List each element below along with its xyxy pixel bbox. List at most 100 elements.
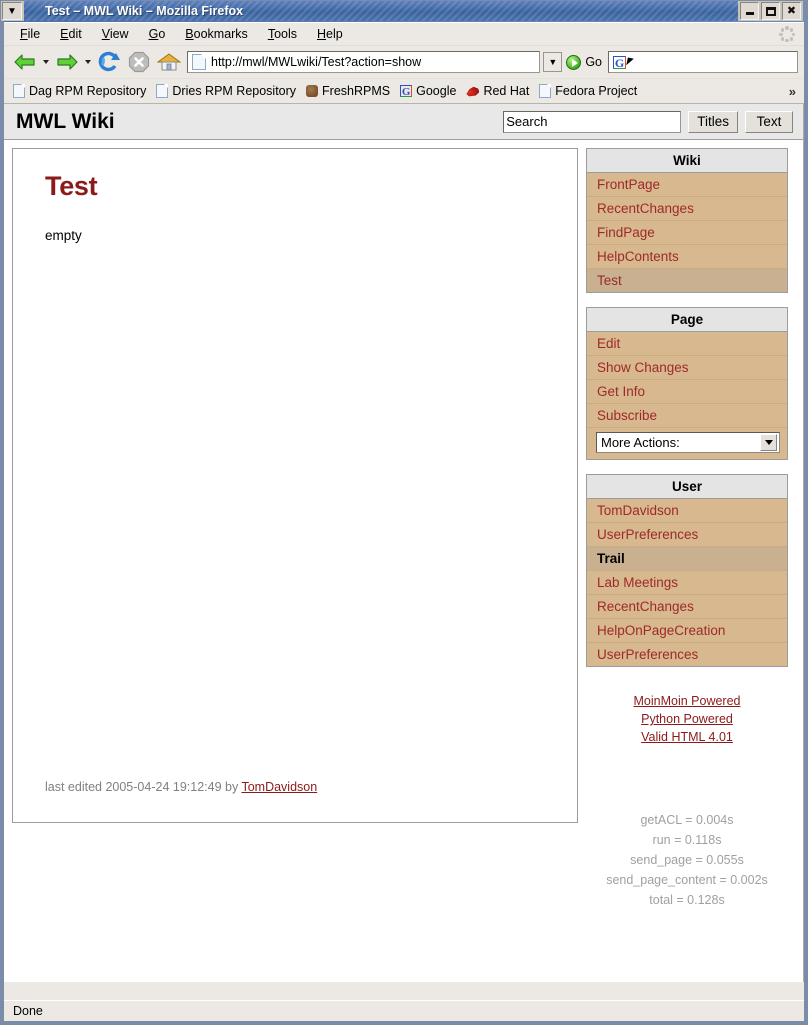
window-title: Test – MWL Wiki – Mozilla Firefox [45,4,244,18]
wiki-logo: MWL Wiki [16,109,115,133]
forward-button[interactable] [52,48,82,76]
credit-link-python[interactable]: Python Powered [586,710,788,728]
browser-chrome: File Edit View Go Bookmarks Tools Help h… [4,22,804,1000]
google-icon[interactable]: G [613,55,626,69]
page-title: Test [45,171,98,201]
sidebar-subheader-trail: Trail [587,547,787,571]
stop-icon [128,51,150,73]
bookmark-fedora-project[interactable]: Fedora Project [536,83,644,99]
reload-icon [98,51,120,72]
nav-box-title: Page [587,308,787,332]
chevron-down-icon: ▼ [548,57,558,67]
search-titles-button[interactable]: Titles [688,110,738,133]
sidebar-item-edit[interactable]: Edit [587,332,787,356]
page-body-text: empty [45,228,82,243]
more-actions-value: More Actions: [601,435,680,450]
menu-edit[interactable]: Edit [50,25,92,43]
timing-run: run = 0.118s [652,833,722,847]
nav-box-title: Wiki [587,149,787,173]
bookmark-google[interactable]: G Google [397,83,463,99]
document-icon [156,84,169,98]
back-dropdown-caret-icon[interactable] [43,60,49,64]
url-bar[interactable]: http://mwl/MWLwiki/Test?action=show [187,51,541,73]
timing-send-page: send_page = 0.055s [630,853,744,867]
sidebar-item-helponpagecreation[interactable]: HelpOnPageCreation [587,619,787,643]
chevron-down-icon: ▼ [7,5,17,17]
sidebar-item-userpreferences[interactable]: UserPreferences [587,523,787,547]
last-edited-info: last edited 2005-04-24 19:12:49 by TomDa… [45,780,317,794]
bookmark-dries-rpm-repository[interactable]: Dries RPM Repository [153,83,303,99]
forward-dropdown-caret-icon[interactable] [85,60,91,64]
maximize-icon [765,6,776,16]
last-edited-author-link[interactable]: TomDavidson [241,780,317,794]
menu-bar: File Edit View Go Bookmarks Tools Help [4,23,804,45]
credits-links: MoinMoin Powered Python Powered Valid HT… [586,681,788,746]
bookmark-dag-rpm-repository[interactable]: Dag RPM Repository [10,83,153,99]
menu-file[interactable]: File [10,25,50,43]
page-viewport: MWL Wiki Search Titles Text Test empty l… [4,104,804,982]
sidebar-item-show-changes[interactable]: Show Changes [587,356,787,380]
bookmark-red-hat[interactable]: Red Hat [463,83,536,99]
menu-tools[interactable]: Tools [258,25,307,43]
bookmarks-toolbar: Dag RPM Repository Dries RPM Repository … [4,78,804,104]
last-edited-text: last edited 2005-04-24 19:12:49 by [45,780,242,794]
url-text: http://mwl/MWLwiki/Test?action=show [211,55,422,69]
sidebar-item-userpreferences-trail[interactable]: UserPreferences [587,643,787,666]
sidebar-item-frontpage[interactable]: FrontPage [587,173,787,197]
back-arrow-icon [14,54,35,70]
throbber-icon [779,26,795,42]
home-icon [157,53,181,71]
bookmark-label: Red Hat [483,84,530,98]
url-dropdown-button[interactable]: ▼ [543,52,563,72]
menu-view[interactable]: View [92,25,139,43]
home-button[interactable] [154,48,184,76]
back-button[interactable] [10,48,40,76]
credit-link-valid-html[interactable]: Valid HTML 4.01 [586,728,788,746]
browser-window: ▼ Test – MWL Wiki – Mozilla Firefox ✖ Fi… [0,0,808,1025]
chevron-down-icon[interactable] [760,434,777,451]
window-controls: ✖ [738,2,803,20]
navigation-toolbar: http://mwl/MWLwiki/Test?action=show ▼ Go… [4,45,804,78]
nav-box-title: User [587,475,787,499]
menu-bookmarks[interactable]: Bookmarks [175,25,258,43]
go-icon [566,54,582,70]
nav-box-page: Page Edit Show Changes Get Info Subscrib… [586,307,788,460]
wiki-sidebar: Wiki FrontPage RecentChanges FindPage He… [586,148,788,981]
more-actions-select[interactable]: More Actions: [596,432,780,453]
sidebar-item-recentchanges[interactable]: RecentChanges [587,197,787,221]
search-bar[interactable]: G [608,51,798,73]
menu-go[interactable]: Go [139,25,176,43]
wiki-search-input[interactable]: Search [503,110,682,133]
maximize-button[interactable] [761,2,780,20]
title-strip[interactable]: Test – MWL Wiki – Mozilla Firefox [24,1,738,21]
search-text-button[interactable]: Text [745,110,793,133]
sidebar-item-recentchanges-trail[interactable]: RecentChanges [587,595,787,619]
minimize-button[interactable] [740,2,759,20]
sidebar-item-tomdavidson[interactable]: TomDavidson [587,499,787,523]
sidebar-item-helpcontents[interactable]: HelpContents [587,245,787,269]
redhat-icon [466,86,480,97]
bookmark-freshrpms[interactable]: FreshRPMS [303,83,397,99]
sidebar-item-findpage[interactable]: FindPage [587,221,787,245]
sidebar-item-test[interactable]: Test [587,269,787,292]
nav-box-wiki: Wiki FrontPage RecentChanges FindPage He… [586,148,788,293]
wiki-body: Test empty last edited 2005-04-24 19:12:… [4,140,803,981]
bookmark-label: FreshRPMS [322,84,391,98]
sidebar-item-subscribe[interactable]: Subscribe [587,404,787,428]
sidebar-item-lab-meetings[interactable]: Lab Meetings [587,571,787,595]
bookmark-label: Fedora Project [555,84,638,98]
mouse-cursor-icon [626,57,634,67]
timing-total: total = 0.128s [649,893,725,907]
reload-button[interactable] [94,48,124,76]
credit-link-moinmoin[interactable]: MoinMoin Powered [586,692,788,710]
sidebar-item-get-info[interactable]: Get Info [587,380,787,404]
bookmark-label: Google [416,84,457,98]
wiki-header: MWL Wiki Search Titles Text [4,104,803,140]
bookmarks-overflow-button[interactable]: » [789,84,796,99]
go-button[interactable]: Go [562,54,608,70]
status-bar: Done [4,1000,804,1021]
window-menu-button[interactable]: ▼ [2,2,22,20]
more-actions-wrap: More Actions: [587,428,787,459]
menu-help[interactable]: Help [307,25,353,43]
close-button[interactable]: ✖ [782,2,801,20]
